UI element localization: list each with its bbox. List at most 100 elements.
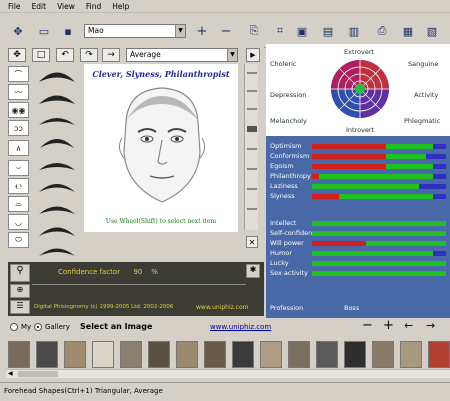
chevron-down-icon[interactable]: ▼ — [175, 25, 185, 37]
gallery-website-link[interactable]: www.uniphiz.com — [210, 323, 271, 331]
shape-option[interactable] — [36, 132, 78, 150]
website-link[interactable]: www.uniphiz.com — [196, 304, 249, 311]
gallery-radio[interactable] — [34, 323, 42, 331]
confidence-readout: Confidence factor 90 % — [58, 268, 158, 276]
remove-icon[interactable]: − — [218, 24, 234, 39]
shape-option[interactable] — [36, 198, 78, 216]
gallery-image[interactable] — [148, 341, 170, 368]
eyebrows-feature-button[interactable]: 〰 — [8, 84, 29, 100]
tool-d-icon[interactable]: ▤ — [320, 24, 336, 38]
gallery-prev-icon[interactable]: ← — [404, 319, 413, 332]
gallery-next-icon[interactable]: → — [426, 319, 435, 332]
gallery-image[interactable] — [64, 341, 86, 368]
zoom-icon[interactable]: ⊕ — [10, 284, 30, 298]
open-folder-icon[interactable]: ▭ — [36, 24, 52, 38]
tool-f-icon[interactable]: ▦ — [400, 24, 416, 38]
shape-option[interactable] — [36, 154, 78, 172]
menu-find[interactable]: Find — [86, 2, 101, 11]
gallery-image[interactable] — [260, 341, 282, 368]
square-button[interactable]: □ — [32, 48, 50, 62]
search-icon[interactable]: ⚲ — [10, 264, 30, 282]
move-button[interactable]: ✥ — [8, 48, 26, 62]
redo-button[interactable]: ↷ — [80, 48, 98, 62]
ear-feature-button[interactable]: ℮ — [8, 178, 29, 194]
menu-view[interactable]: View — [57, 2, 75, 11]
trait-bar-green — [385, 144, 433, 149]
list-icon[interactable]: ☰ — [10, 300, 30, 314]
trait-bar-green — [318, 174, 433, 179]
trait-label: Conformism — [270, 152, 310, 160]
gallery-image[interactable] — [400, 341, 422, 368]
menu-edit[interactable]: Edit — [32, 2, 47, 11]
menu-file[interactable]: File — [8, 2, 21, 11]
add-icon[interactable]: + — [194, 24, 210, 39]
nose-feature-button[interactable]: ∧ — [8, 140, 29, 156]
slider-tick — [247, 72, 257, 74]
chevron-down-icon[interactable]: ▼ — [227, 49, 237, 61]
name-combobox[interactable]: Mao ▼ — [84, 24, 186, 38]
gallery-image[interactable] — [232, 341, 254, 368]
slider-tick — [247, 148, 257, 150]
toolbar: ✥ ▭ ▪ Mao ▼ + − ⎘ ⌗ ▣ ▤ ▥ ⎙ ▦ ▧ — [0, 14, 450, 48]
gallery-add-icon[interactable]: + — [383, 318, 394, 333]
shape-option[interactable] — [36, 88, 78, 106]
scroll-left-icon[interactable]: ◀ — [8, 370, 13, 377]
menu-help[interactable]: Help — [112, 2, 129, 11]
gallery-image[interactable] — [344, 341, 366, 368]
my-radio[interactable] — [10, 323, 18, 331]
print-icon[interactable]: ⎙ — [374, 24, 390, 38]
gallery-image[interactable] — [288, 341, 310, 368]
gallery-image[interactable] — [204, 341, 226, 368]
menu-bar: File Edit View Find Help — [0, 0, 450, 13]
gallery-image[interactable] — [36, 341, 58, 368]
shape-option[interactable] — [36, 240, 78, 258]
gallery-image[interactable] — [316, 341, 338, 368]
gallery-image[interactable] — [8, 341, 30, 368]
trait-label: Optimism — [270, 142, 302, 150]
eyes-feature-button[interactable]: ◉◉ — [8, 102, 29, 118]
tool-c-icon[interactable]: ▣ — [294, 24, 310, 38]
gallery-image[interactable] — [372, 341, 394, 368]
tool-a-icon[interactable]: ⎘ — [246, 24, 262, 38]
trait-label: Sex activity — [270, 269, 308, 277]
gallery-image[interactable] — [92, 341, 114, 368]
ears-feature-button[interactable]: ↄↄ — [8, 120, 29, 136]
gallery-image[interactable] — [120, 341, 142, 368]
chin-feature-button[interactable]: ◡ — [8, 214, 29, 230]
variant-combobox[interactable]: Average ▼ — [126, 48, 238, 62]
trait-bar-green — [365, 241, 446, 246]
trait-bar-green — [312, 261, 446, 266]
trait-bar-red — [312, 164, 386, 169]
hair-feature-button[interactable]: ⌓ — [8, 196, 29, 212]
gallery-image[interactable] — [428, 341, 450, 368]
star-icon[interactable]: ✱ — [246, 264, 260, 278]
gallery-remove-icon[interactable]: − — [362, 318, 373, 333]
trait-bar-blue — [432, 251, 446, 256]
save-icon[interactable]: ▪ — [60, 24, 76, 38]
play-button[interactable]: ▶ — [246, 48, 260, 62]
forehead-feature-button[interactable]: ⌒ — [8, 66, 29, 82]
slider-tick — [247, 90, 257, 92]
mouth-feature-button[interactable]: ⌣ — [8, 160, 29, 176]
slider-thumb[interactable] — [247, 126, 257, 132]
trait-bar-blue — [419, 184, 446, 189]
portrait-canvas[interactable]: Clever, Slyness, Philanthropist Use Whee… — [84, 64, 238, 232]
next-button[interactable]: → — [102, 48, 120, 62]
scroll-thumb[interactable] — [18, 371, 58, 377]
close-button[interactable]: ✕ — [246, 236, 258, 248]
gallery-scrollbar[interactable]: ◀ — [6, 369, 450, 378]
face-shape-feature-button[interactable]: ⬭ — [8, 232, 29, 248]
move-icon[interactable]: ✥ — [10, 24, 26, 38]
trait-bar-green — [312, 184, 420, 189]
gallery-image[interactable] — [176, 341, 198, 368]
shape-option[interactable] — [36, 66, 78, 84]
undo-button[interactable]: ↶ — [56, 48, 74, 62]
tool-g-icon[interactable]: ▧ — [424, 24, 440, 38]
shape-option[interactable] — [36, 220, 78, 238]
shape-option[interactable] — [36, 110, 78, 128]
size-slider[interactable] — [244, 64, 258, 230]
tool-b-icon[interactable]: ⌗ — [272, 24, 288, 38]
shape-option[interactable] — [36, 176, 78, 194]
trait-bar-green — [312, 271, 446, 276]
tool-e-icon[interactable]: ▥ — [346, 24, 362, 38]
